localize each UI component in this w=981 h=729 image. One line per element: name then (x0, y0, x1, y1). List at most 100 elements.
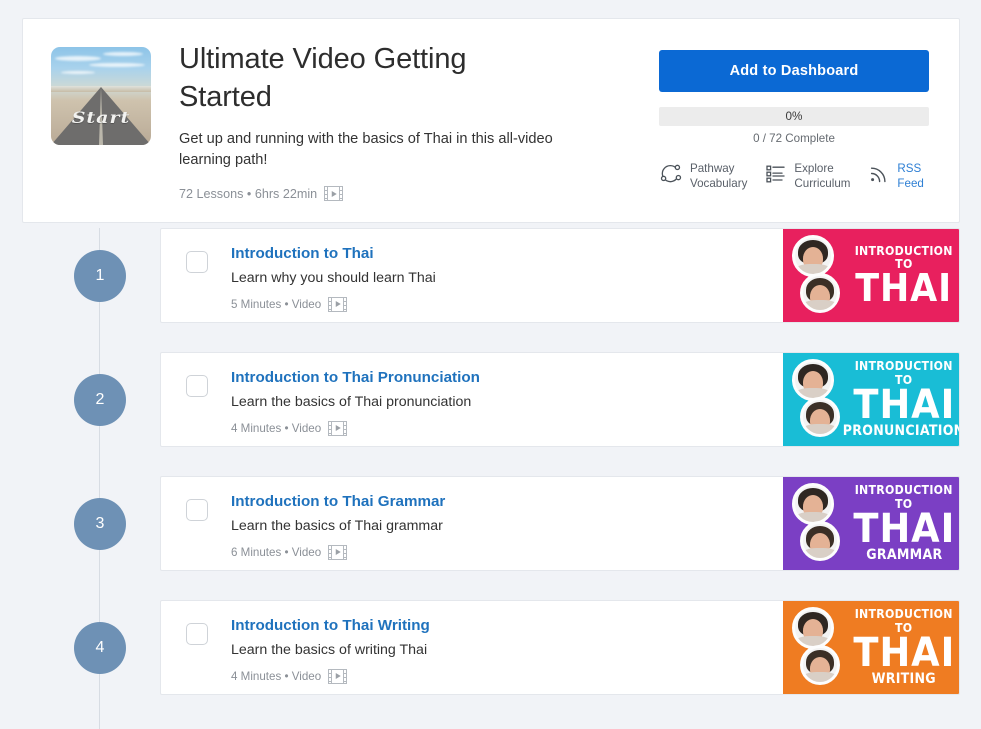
thumbnail-start-word: Start (71, 108, 131, 128)
thumb-line-2: THAI (853, 505, 955, 552)
lesson-meta: 4 Minutes • Video (231, 668, 769, 684)
instructor-avatars (787, 355, 849, 445)
explore-curriculum-label: Explore Curriculum (794, 161, 850, 192)
lesson-row: 4 Introduction to Thai Writing Learn the b… (0, 600, 981, 724)
lesson-description: Learn why you should learn Thai (231, 270, 436, 287)
lesson-thumbnail[interactable]: INTRODUCTION TO THAI (783, 229, 959, 322)
video-film-icon (324, 186, 344, 202)
lesson-meta: 6 Minutes • Video (231, 544, 769, 560)
video-film-icon (328, 296, 348, 312)
instructor-avatars (787, 231, 849, 321)
lesson-meta-text: 4 Minutes • Video (231, 669, 322, 683)
lesson-row: 3 Introduction to Thai Grammar Learn the b… (0, 476, 981, 600)
lesson-card[interactable]: Introduction to Thai Writing Learn the ba… (160, 600, 960, 695)
video-film-icon (328, 420, 348, 436)
course-actions: Add to Dashboard 0% 0 / 72 Complete Path… (659, 47, 929, 222)
video-film-icon (328, 668, 348, 684)
avatar (792, 359, 834, 401)
lesson-step-number: 1 (74, 250, 126, 302)
course-header-card: Start Ultimate Video Getting Started Get… (22, 18, 960, 223)
page-title: Ultimate Video Getting Started (179, 43, 467, 113)
pathway-vocabulary-label: Pathway Vocabulary (690, 161, 747, 192)
rss-feed-icon (868, 163, 890, 190)
lesson-thumbnail-text: INTRODUCTION TO THAI (853, 229, 955, 322)
lesson-description: Learn the basics of Thai pronunciation (231, 394, 472, 411)
lesson-meta: 4 Minutes • Video (231, 420, 769, 436)
progress-complete-label: 0 / 72 Complete (753, 132, 835, 145)
rss-feed-link[interactable]: RSS Feed (868, 161, 924, 192)
lesson-complete-checkbox[interactable] (186, 251, 208, 273)
lesson-thumbnail[interactable]: INTRODUCTION TO THAI WRITING (783, 601, 959, 694)
course-info: Ultimate Video Getting Started Get up an… (151, 43, 659, 222)
lesson-text: Introduction to Thai Grammar Learn the ba… (231, 493, 769, 560)
pathway-vocabulary-link[interactable]: Pathway Vocabulary (659, 161, 747, 192)
course-description: Get up and running with the basics of Th… (179, 130, 553, 168)
video-film-icon (328, 544, 348, 560)
lesson-thumbnail-text: INTRODUCTION TO THAI PRONUNCIATION (843, 353, 959, 446)
avatar (800, 397, 840, 437)
lesson-row: 2 Introduction to Thai Pronunciation Learn… (0, 352, 981, 476)
avatar (800, 521, 840, 561)
lesson-title-link[interactable]: Introduction to Thai Writing (231, 617, 430, 635)
lesson-complete-checkbox[interactable] (186, 375, 208, 397)
lesson-thumbnail[interactable]: INTRODUCTION TO THAI GRAMMAR (783, 477, 959, 570)
explore-curriculum-line2: Curriculum (794, 177, 851, 191)
lesson-step-number: 3 (74, 498, 126, 550)
lesson-thumbnail-text: INTRODUCTION TO THAI GRAMMAR (853, 477, 955, 570)
lesson-meta-text: 6 Minutes • Video (231, 545, 322, 559)
cloud-decoration (61, 71, 95, 74)
thumb-line-3: PRONUNCIATION (843, 423, 959, 440)
thumb-line-3: WRITING (871, 671, 937, 688)
explore-curriculum-link[interactable]: Explore Curriculum (765, 161, 850, 192)
lesson-meta-text: 5 Minutes • Video (231, 297, 322, 311)
avatar (792, 483, 834, 525)
lesson-thumbnail[interactable]: INTRODUCTION TO THAI PRONUNCIATION (783, 353, 959, 446)
instructor-avatars (787, 603, 849, 693)
progress-percent-label: 0% (785, 110, 803, 123)
lesson-row: 1 Introduction to Thai Learn why you shoul… (0, 228, 981, 352)
lesson-text: Introduction to Thai Learn why you should… (231, 245, 769, 312)
instructor-avatars (787, 479, 849, 569)
lesson-list: 1 Introduction to Thai Learn why you shoul… (0, 228, 981, 724)
thumb-line-3: GRAMMAR (865, 547, 943, 564)
lesson-step-number: 2 (74, 374, 126, 426)
lesson-complete-checkbox[interactable] (186, 623, 208, 645)
rss-feed-line2: Feed (897, 177, 924, 191)
lesson-title-link[interactable]: Introduction to Thai (231, 245, 374, 263)
course-thumbnail: Start (51, 47, 151, 145)
thumb-line-3: THAI (855, 266, 953, 311)
lesson-step-number: 4 (74, 622, 126, 674)
pathway-vocabulary-line2: Vocabulary (690, 177, 748, 191)
avatar (792, 235, 834, 277)
course-meta-text: 72 Lessons • 6hrs 22min (179, 186, 318, 201)
add-to-dashboard-button[interactable]: Add to Dashboard (659, 50, 929, 92)
thumb-line-2: THAI (853, 629, 955, 676)
lesson-meta: 5 Minutes • Video (231, 296, 769, 312)
avatar (800, 273, 840, 313)
rss-feed-label: RSS Feed (897, 161, 923, 192)
lesson-description: Learn the basics of Thai grammar (231, 518, 443, 535)
progress-bar: 0% (659, 107, 929, 126)
cloud-decoration (89, 63, 145, 67)
lesson-meta-text: 4 Minutes • Video (231, 421, 322, 435)
lesson-title-link[interactable]: Introduction to Thai Grammar (231, 493, 445, 511)
lesson-card[interactable]: Introduction to Thai Pronunciation Learn … (160, 352, 960, 447)
pathway-vocabulary-line1: Pathway (690, 162, 735, 175)
lesson-text: Introduction to Thai Pronunciation Learn … (231, 369, 769, 436)
lesson-text: Introduction to Thai Writing Learn the ba… (231, 617, 769, 684)
header-link-row: Pathway Vocabulary Explore Curriculum RS… (659, 161, 929, 192)
avatar (792, 607, 834, 649)
lesson-card[interactable]: Introduction to Thai Grammar Learn the ba… (160, 476, 960, 571)
pathway-vocabulary-icon (659, 162, 683, 191)
course-meta: 72 Lessons • 6hrs 22min (179, 186, 645, 202)
lesson-complete-checkbox[interactable] (186, 499, 208, 521)
rss-feed-line1: RSS (897, 162, 922, 175)
lesson-description: Learn the basics of writing Thai (231, 642, 428, 659)
lesson-card[interactable]: Introduction to Thai Learn why you should… (160, 228, 960, 323)
cloud-decoration (55, 56, 101, 61)
lesson-title-link[interactable]: Introduction to Thai Pronunciation (231, 369, 480, 387)
thumb-line-2: THAI (853, 381, 955, 428)
explore-curriculum-icon (765, 163, 787, 190)
lesson-thumbnail-text: INTRODUCTION TO THAI WRITING (853, 601, 955, 694)
explore-curriculum-line1: Explore (794, 162, 834, 175)
